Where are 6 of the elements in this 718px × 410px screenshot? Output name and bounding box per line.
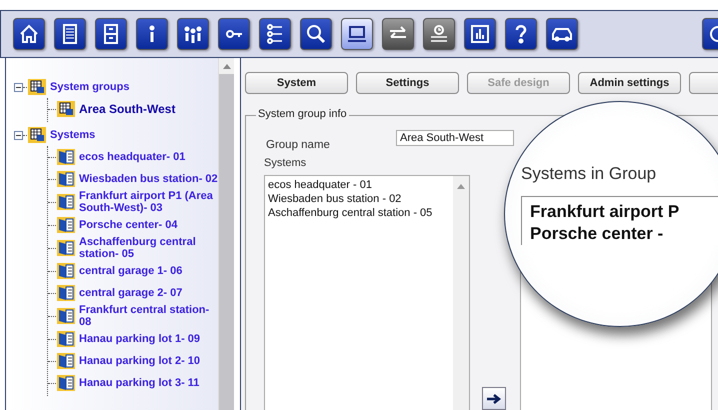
magnified-list-item: Frankfurt airport P [530, 201, 680, 223]
magnified-list-item: Porsche center - [530, 223, 664, 245]
field-label: Group name [266, 139, 331, 151]
group-title: System group info [256, 108, 349, 120]
list-label: Systems [264, 157, 308, 169]
magnified-heading: Systems in Group [521, 164, 658, 184]
